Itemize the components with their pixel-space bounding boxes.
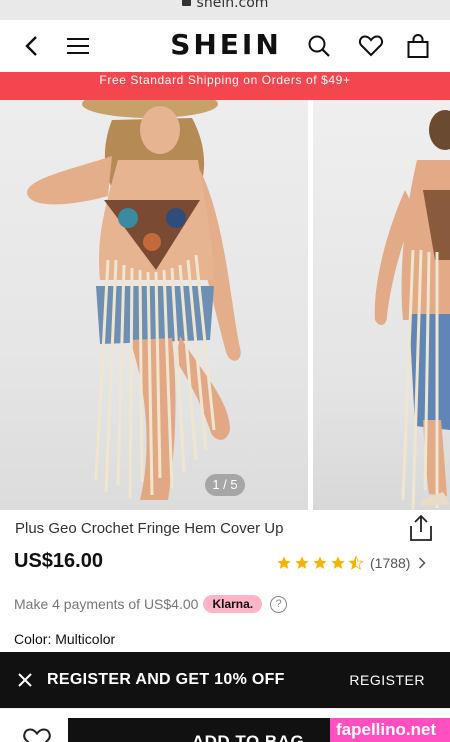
star-icon: [295, 556, 309, 569]
wishlist-heart-icon[interactable]: [22, 727, 52, 742]
gallery-counter: 1 / 5: [205, 474, 245, 496]
shein-logo[interactable]: SHEIN: [165, 28, 287, 61]
watermark-logo: fapellino.net: [330, 718, 450, 742]
star-icon: [331, 556, 345, 569]
shipping-promo-bar[interactable]: Free Standard Shipping on Orders of $49+: [0, 72, 450, 100]
lock-icon: [181, 0, 191, 6]
model-illustration: [27, 100, 241, 500]
color-label: Color: Multicolor: [14, 631, 116, 647]
rating-stars: [276, 555, 364, 571]
half-star-icon: [348, 555, 364, 570]
klarna-badge: Klarna.: [203, 595, 263, 613]
url-text: shein.com: [196, 0, 269, 11]
help-icon[interactable]: ?: [270, 595, 288, 613]
chevron-right-icon: [419, 557, 427, 569]
search-icon[interactable]: [305, 32, 333, 60]
bag-icon[interactable]: [404, 32, 432, 60]
star-icon: [313, 556, 327, 569]
review-count: (1788): [370, 555, 411, 571]
product-title: Plus Geo Crochet Fringe Hem Cover Up: [15, 520, 284, 537]
product-photo-next[interactable]: [313, 100, 450, 510]
browser-url-bar[interactable]: shein.com: [0, 0, 450, 20]
product-gallery[interactable]: 1 / 5: [0, 100, 450, 510]
promo-text: Free Standard Shipping on Orders of $49+: [99, 73, 351, 87]
register-message: REGISTER AND GET 10% OFF: [47, 671, 285, 688]
close-icon[interactable]: [16, 671, 34, 689]
register-banner: REGISTER AND GET 10% OFF REGISTER: [0, 652, 450, 708]
product-price: US$16.00: [14, 550, 103, 572]
model-illustration-2: [374, 110, 450, 510]
heart-icon[interactable]: [357, 32, 385, 60]
url-display[interactable]: shein.com: [0, 0, 450, 11]
back-icon[interactable]: [18, 32, 46, 60]
site-header: SHEIN: [0, 20, 450, 72]
register-link[interactable]: REGISTER: [349, 672, 425, 688]
product-rating[interactable]: (1788): [276, 554, 427, 572]
installment-info: Make 4 payments of US$4.00 Klarna. ?: [14, 593, 288, 615]
share-icon[interactable]: [408, 514, 434, 542]
star-icon: [277, 556, 291, 569]
installment-text: Make 4 payments of US$4.00: [14, 596, 199, 612]
menu-icon[interactable]: [64, 32, 92, 60]
product-photo-main[interactable]: 1 / 5: [0, 100, 308, 510]
